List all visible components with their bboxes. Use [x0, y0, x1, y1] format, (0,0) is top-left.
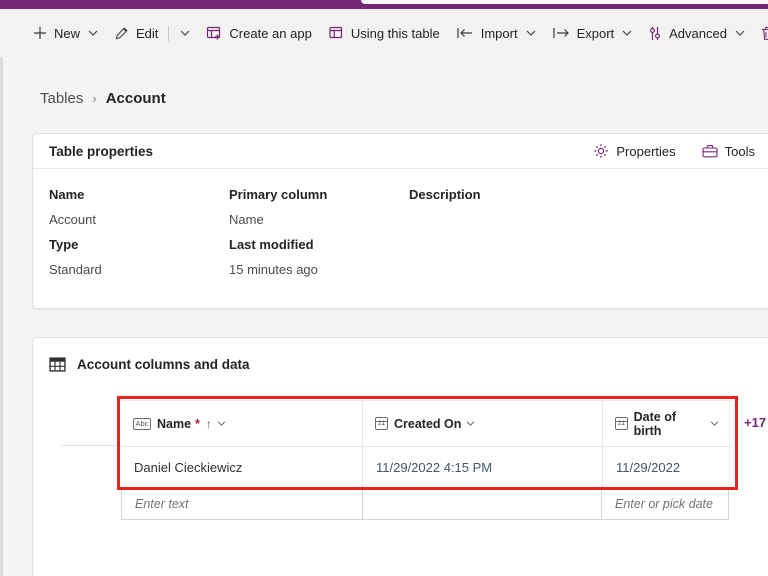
powerapps-table-page: New Edit Create an app Usin — [0, 0, 768, 576]
import-label: Import — [481, 26, 518, 41]
import-arrow-icon — [456, 27, 474, 39]
chevron-down-icon — [88, 30, 98, 36]
last-modified-field-label: Last modified — [229, 232, 409, 257]
toolbox-icon — [702, 144, 718, 158]
name-field-value: Account — [49, 207, 229, 232]
command-bar: New Edit Create an app Usin — [0, 9, 768, 57]
new-button[interactable]: New — [25, 9, 106, 57]
export-button[interactable]: Export — [544, 9, 641, 57]
table-properties-title: Table properties — [49, 144, 153, 159]
using-this-table-button[interactable]: Using this table — [320, 9, 448, 57]
tools-button[interactable]: Tools — [702, 143, 755, 159]
window-edge — [0, 57, 3, 576]
primary-column-field-value: Name — [229, 207, 409, 232]
columns-data-card: Account columns and data Abc Name * ↑ 21… — [32, 337, 768, 576]
create-an-app-label: Create an app — [229, 26, 311, 41]
edit-label: Edit — [136, 26, 158, 41]
new-date-of-birth-input[interactable] — [602, 488, 728, 519]
chevron-down-icon — [710, 421, 719, 426]
last-modified-field-value: 15 minutes ago — [229, 257, 409, 282]
chevron-down-icon — [622, 30, 632, 36]
new-label: New — [54, 26, 80, 41]
spacer — [409, 232, 763, 257]
date-of-birth-value: 11/29/2022 — [616, 460, 680, 475]
breadcrumb-tables-link[interactable]: Tables — [40, 90, 83, 107]
export-arrow-icon — [552, 27, 570, 39]
new-name-cell — [121, 487, 363, 520]
using-this-table-label: Using this table — [351, 26, 440, 41]
cell-created-on[interactable]: 11/29/2022 4:15 PM — [363, 446, 603, 488]
column-date-of-birth-label: Date of birth — [634, 410, 705, 438]
chevron-down-icon — [217, 421, 226, 426]
grid-header-row: Abc Name * ↑ 21 Created On 21 — [121, 400, 731, 446]
more-columns-button[interactable]: +17 — [744, 415, 766, 430]
page-title: Account — [106, 90, 166, 107]
calendar-icon: 21 — [615, 417, 628, 430]
text-type-icon: Abc — [133, 418, 151, 430]
pencil-icon — [114, 26, 129, 41]
type-field-value: Standard — [49, 257, 229, 282]
row-gutter-line — [61, 445, 120, 446]
plus-icon — [33, 26, 47, 40]
columns-data-title: Account columns and data — [77, 357, 250, 372]
chevron-down-icon — [526, 30, 536, 36]
table-icon — [328, 25, 344, 41]
cell-name[interactable]: Daniel Cieckiewicz — [121, 446, 363, 488]
table-properties-header: Table properties Properties Tools — [33, 134, 768, 169]
new-created-on-cell — [362, 487, 602, 520]
cell-date-of-birth[interactable]: 11/29/2022 — [603, 446, 731, 488]
created-on-value: 11/29/2022 4:15 PM — [376, 460, 492, 475]
chevron-down-icon — [466, 421, 475, 426]
table-properties-card: Table properties Properties Tools Name — [32, 133, 768, 309]
trash-icon — [761, 26, 768, 41]
description-field-value — [409, 207, 763, 232]
delete-button[interactable]: Delete — [753, 9, 768, 57]
column-header-date-of-birth[interactable]: 21 Date of birth — [603, 400, 731, 446]
new-date-of-birth-cell — [601, 487, 729, 520]
name-value: Daniel Cieckiewicz — [134, 460, 242, 475]
data-grid: Abc Name * ↑ 21 Created On 21 — [121, 400, 731, 520]
advanced-label: Advanced — [669, 26, 727, 41]
columns-data-header: Account columns and data — [33, 338, 768, 372]
breadcrumb-separator: › — [92, 91, 96, 106]
create-an-app-button[interactable]: Create an app — [198, 9, 319, 57]
description-field-label: Description — [409, 182, 763, 207]
gear-icon — [593, 143, 609, 159]
edit-split-chevron-icon[interactable] — [180, 30, 190, 36]
new-created-on-input[interactable] — [363, 488, 601, 519]
export-label: Export — [577, 26, 615, 41]
edit-button[interactable]: Edit — [106, 9, 198, 57]
breadcrumb: Tables › Account — [40, 90, 166, 107]
name-field-label: Name — [49, 182, 229, 207]
column-created-on-label: Created On — [394, 417, 461, 431]
column-header-name[interactable]: Abc Name * ↑ — [121, 400, 363, 446]
properties-button[interactable]: Properties — [593, 143, 675, 159]
chevron-down-icon — [735, 30, 745, 36]
import-button[interactable]: Import — [448, 9, 544, 57]
grid-data-row: Daniel Cieckiewicz 11/29/2022 4:15 PM 11… — [121, 446, 731, 488]
suite-header-bar — [0, 0, 768, 9]
tools-label: Tools — [725, 144, 755, 159]
search-pill-fragment — [361, 0, 768, 4]
spacer — [409, 257, 763, 282]
table-properties-fields: Name Primary column Description Account … — [33, 169, 768, 282]
sort-ascending-icon: ↑ — [206, 417, 212, 431]
primary-column-field-label: Primary column — [229, 182, 409, 207]
required-marker: * — [195, 417, 200, 431]
settings-sliders-icon — [648, 26, 662, 41]
advanced-button[interactable]: Advanced — [640, 9, 753, 57]
column-name-label: Name — [157, 417, 191, 431]
column-header-created-on[interactable]: 21 Created On — [363, 400, 603, 446]
data-grid-icon — [49, 357, 66, 372]
calendar-icon: 21 — [375, 417, 388, 430]
type-field-label: Type — [49, 232, 229, 257]
grid-input-row — [121, 488, 731, 520]
new-name-input[interactable] — [122, 488, 362, 519]
table-plus-icon — [206, 25, 222, 41]
divider — [168, 26, 169, 41]
properties-label: Properties — [616, 144, 675, 159]
